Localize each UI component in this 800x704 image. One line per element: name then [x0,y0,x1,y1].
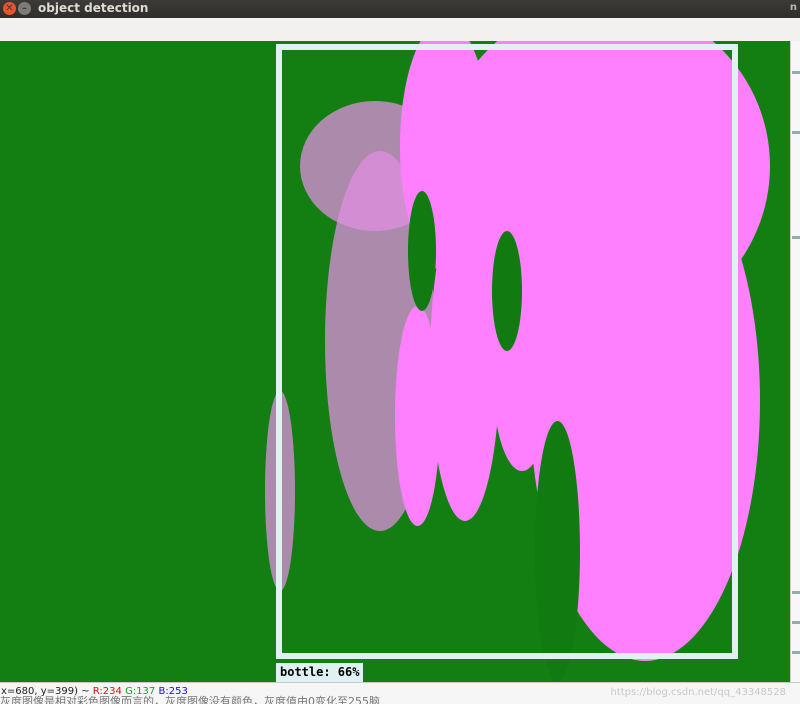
background-window-mark [792,651,800,654]
window-title: object detection [38,1,149,15]
close-icon[interactable]: ✕ [3,2,16,15]
status-bar: 灰度图像是相对彩色图像而言的，灰度图像没有颜色，灰度值由0变化至255脑 htt… [0,682,800,704]
pixel-coords: x=680, y=399) ~ [1,686,90,697]
pixel-readout: x=680, y=399) ~ R:234 G:137 B:253 [1,685,188,699]
pixel-green-value: G:137 [125,686,156,697]
window-titlebar: ✕ – object detection n [0,0,800,18]
background-window-mark [792,71,800,74]
pixel-red-value: R:234 [92,686,122,697]
pixel-blue-value: B:253 [158,686,188,697]
background-window-mark [792,591,800,594]
background-window-mark [792,131,800,134]
background-window-mark [792,236,800,239]
background-window-mark [792,621,800,624]
window-edge-char: n [789,2,797,13]
background-watermark: https://blog.csdn.net/qq_43348528 [610,687,786,698]
image-canvas[interactable]: bottle: 66% [0,41,790,682]
detection-label: bottle: 66% [276,663,364,682]
detection-box [276,44,738,659]
minimize-icon[interactable]: – [18,2,31,15]
window-toolbar [0,18,800,42]
background-window-edge [790,41,800,682]
